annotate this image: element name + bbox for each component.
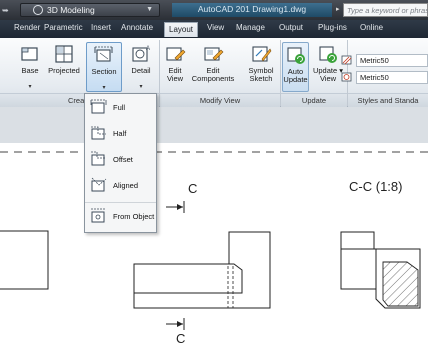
menu-item-aligned[interactable]: Aligned	[85, 172, 156, 198]
tab-online[interactable]: Online	[360, 23, 383, 32]
detail-style-select[interactable]: Metric50	[341, 71, 428, 84]
menu-item-from-object[interactable]: From Object	[85, 202, 156, 228]
from-object-section-icon	[91, 208, 106, 223]
menu-item-full[interactable]: Full	[85, 94, 156, 120]
update-view-icon	[319, 46, 337, 63]
tab-plug-ins[interactable]: Plug-ins	[318, 23, 347, 32]
menu-item-label: Half	[113, 129, 127, 138]
projected-button[interactable]: Projected	[45, 42, 83, 92]
auto-update-label: Auto Update	[283, 67, 308, 84]
aligned-section-icon	[91, 177, 107, 192]
update-view-button[interactable]: Update ▾ View	[312, 42, 344, 92]
chevron-down-icon: ▼	[146, 6, 153, 13]
section-style-icon	[341, 55, 352, 65]
base-view-icon	[21, 47, 38, 61]
modify-view-panel-title[interactable]: Modify View	[160, 93, 280, 107]
base-label: Base	[21, 66, 39, 75]
projected-label: Projected	[48, 66, 80, 75]
svg-text:A: A	[146, 46, 150, 52]
menu-item-label: Full	[113, 103, 126, 112]
ribbon-panel: Base ▾ Projected Section ▾ A Detail ▾ Ed…	[0, 38, 428, 107]
section-hatch	[382, 261, 419, 307]
section-view-top	[340, 231, 375, 250]
title-bar: ➥ 3D Modeling ▼ AutoCAD 201 Drawing1.dwg…	[0, 0, 428, 20]
section-label: Section	[91, 67, 117, 76]
tab-annotate[interactable]: Annotate	[121, 23, 153, 32]
menu-item-label: Aligned	[113, 181, 139, 190]
update-view-label: Update ▾ View	[312, 66, 344, 83]
section-view-outline	[340, 232, 377, 290]
section-dropdown-menu: Full Half Offset Aligned From Object	[84, 93, 157, 233]
detail-view-icon: A	[132, 46, 150, 62]
detail-button[interactable]: A Detail ▾	[126, 42, 156, 92]
section-button[interactable]: Section ▾	[86, 42, 122, 92]
tab-view[interactable]: View	[207, 23, 224, 32]
full-section-icon	[90, 99, 107, 114]
projected-view-icon	[55, 45, 73, 63]
update-panel-title[interactable]: Update	[281, 93, 347, 107]
menu-item-half[interactable]: Half	[85, 120, 156, 146]
search-input[interactable]: ▸ Type a keyword or phrase	[336, 3, 428, 17]
section-style-value: Metric50	[360, 56, 389, 65]
workspace-gear-icon	[33, 5, 43, 15]
tab-render[interactable]: Render	[14, 23, 40, 32]
edit-view-label: Edit View	[166, 66, 184, 83]
tab-parametric[interactable]: Parametric	[44, 23, 83, 32]
offset-section-icon	[91, 151, 106, 166]
edit-components-icon	[204, 47, 224, 61]
styles-panel-title[interactable]: Styles and Standa	[348, 93, 428, 107]
symbol-sketch-label: Symbol Sketch	[248, 66, 274, 83]
app-title: AutoCAD 201 Drawing1.dwg	[172, 3, 332, 17]
detail-style-icon	[341, 72, 352, 82]
section-style-select[interactable]: Metric50	[341, 54, 428, 67]
detail-label: Detail	[131, 66, 151, 75]
auto-update-icon	[286, 47, 305, 64]
workspace-label: 3D Modeling	[47, 5, 95, 15]
section-arrow-bottom-icon	[177, 321, 183, 327]
menu-item-label: Offset	[113, 155, 133, 164]
tab-layout[interactable]: Layout	[164, 22, 199, 37]
symbol-sketch-icon	[252, 46, 272, 62]
base-button[interactable]: Base ▾	[18, 42, 42, 92]
drawing-canvas	[0, 151, 428, 330]
document-name: Drawing1.dwg	[252, 4, 307, 14]
tab-output[interactable]: Output	[279, 23, 303, 32]
section-arrow-top-icon	[177, 204, 183, 210]
edit-components-button[interactable]: Edit Components	[190, 42, 236, 92]
workspace-selector[interactable]: 3D Modeling ▼	[20, 3, 160, 17]
tab-insert[interactable]: Insert	[91, 23, 111, 32]
ribbon-tabs: Render Parametric Insert Annotate Layout…	[0, 20, 428, 38]
center-part-outline	[133, 231, 271, 309]
cut-label-top: C	[188, 181, 198, 196]
center-part-slot	[134, 263, 243, 294]
chevron-down-icon: ▾	[102, 85, 106, 91]
half-section-icon	[91, 126, 106, 140]
menu-item-offset[interactable]: Offset	[85, 146, 156, 172]
drawing-area[interactable]: C C C-C (1:8)	[0, 143, 428, 350]
detail-style-value: Metric50	[360, 73, 389, 82]
cut-label-bottom: C	[176, 331, 186, 346]
left-view-outline	[0, 230, 49, 290]
menu-item-label: From Object	[113, 212, 155, 221]
quick-access-arrow-icon[interactable]: ➥	[2, 6, 9, 15]
search-placeholder: Type a keyword or phrase	[347, 6, 428, 15]
tab-manage[interactable]: Manage	[236, 23, 265, 32]
edit-view-button[interactable]: Edit View	[162, 42, 188, 92]
edit-view-icon	[166, 47, 186, 61]
arrow-icon: ▸	[336, 6, 340, 13]
section-view-icon	[94, 46, 113, 62]
chevron-down-icon: ▾	[139, 84, 143, 90]
symbol-sketch-button[interactable]: Symbol Sketch	[245, 42, 277, 92]
layout-background	[0, 107, 428, 143]
edit-components-label: Edit Components	[191, 66, 235, 83]
auto-update-button[interactable]: Auto Update	[282, 42, 309, 92]
section-view-title: C-C (1:8)	[349, 179, 403, 194]
chevron-down-icon: ▾	[28, 84, 32, 90]
app-name: AutoCAD 201	[197, 4, 250, 14]
